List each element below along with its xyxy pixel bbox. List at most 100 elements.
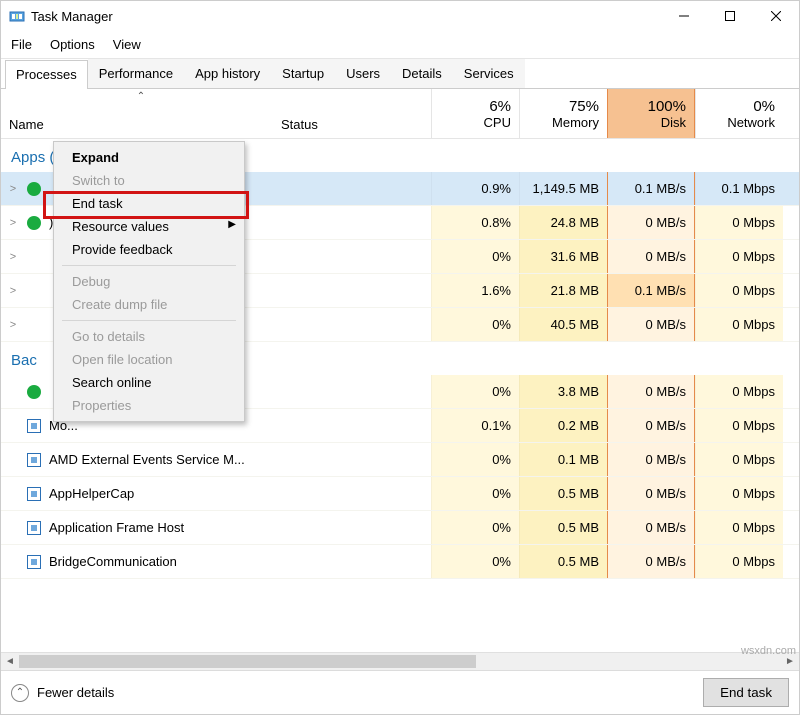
submenu-arrow-icon: ▶ (228, 219, 236, 230)
cell-disk: 0 MB/s (607, 375, 695, 408)
cell-disk: 0 MB/s (607, 206, 695, 239)
maximize-button[interactable] (707, 1, 753, 31)
process-row[interactable]: AppHelperCap 0% 0.5 MB 0 MB/s 0 Mbps (1, 477, 799, 511)
cell-network: 0 Mbps (695, 308, 783, 341)
cell-cpu: 0% (431, 511, 519, 544)
context-menu-item[interactable]: End task (54, 192, 244, 215)
header-network[interactable]: 0% Network (695, 89, 783, 138)
cell-disk: 0 MB/s (607, 308, 695, 341)
context-menu-item[interactable]: Provide feedback (54, 238, 244, 261)
column-headers: ⌃ Name Status 6% CPU 75% Memory 100% Dis… (1, 89, 799, 139)
scroll-left-icon[interactable]: ◄ (1, 656, 19, 667)
cell-cpu: 0% (431, 375, 519, 408)
fewer-details-button[interactable]: ⌃ Fewer details (11, 684, 114, 702)
process-icon (25, 485, 43, 503)
cell-network: 0 Mbps (695, 409, 783, 442)
process-name: AMD External Events Service M... (49, 452, 281, 467)
cell-disk: 0.1 MB/s (607, 274, 695, 307)
header-status[interactable]: Status (281, 89, 431, 138)
cell-network: 0 Mbps (695, 477, 783, 510)
app-icon (9, 8, 25, 24)
process-row[interactable]: BridgeCommunication 0% 0.5 MB 0 MB/s 0 M… (1, 545, 799, 579)
cell-memory: 0.5 MB (519, 477, 607, 510)
end-task-button[interactable]: End task (703, 678, 789, 707)
cell-cpu: 0.1% (431, 409, 519, 442)
task-manager-window: Task Manager File Options View Processes… (0, 0, 800, 715)
header-memory[interactable]: 75% Memory (519, 89, 607, 138)
header-name[interactable]: ⌃ Name (1, 89, 281, 138)
context-menu-item: Switch to (54, 169, 244, 192)
minimize-button[interactable] (661, 1, 707, 31)
tab-processes[interactable]: Processes (5, 60, 88, 89)
process-icon (25, 417, 43, 435)
chevron-up-icon: ⌃ (11, 684, 29, 702)
menu-view[interactable]: View (111, 35, 143, 54)
process-icon (25, 214, 43, 232)
scroll-thumb[interactable] (19, 655, 476, 668)
scroll-track[interactable] (19, 653, 781, 670)
sort-indicator-icon: ⌃ (137, 91, 145, 102)
tab-app-history[interactable]: App history (184, 59, 271, 88)
cell-memory: 3.8 MB (519, 375, 607, 408)
header-cpu[interactable]: 6% CPU (431, 89, 519, 138)
cell-memory: 31.6 MB (519, 240, 607, 273)
process-icon (25, 553, 43, 571)
tab-startup[interactable]: Startup (271, 59, 335, 88)
cell-network: 0 Mbps (695, 545, 783, 578)
cell-network: 0 Mbps (695, 511, 783, 544)
process-icon (25, 519, 43, 537)
header-disk[interactable]: 100% Disk (607, 89, 695, 138)
cell-disk: 0 MB/s (607, 545, 695, 578)
tab-users[interactable]: Users (335, 59, 391, 88)
context-menu-item: Create dump file (54, 293, 244, 316)
tab-services[interactable]: Services (453, 59, 525, 88)
process-name: BridgeCommunication (49, 554, 281, 569)
process-icon (25, 248, 43, 266)
context-menu-item[interactable]: Expand (54, 146, 244, 169)
context-menu-item: Debug (54, 270, 244, 293)
expand-toggle-icon[interactable]: > (1, 319, 25, 331)
context-menu: ExpandSwitch toEnd taskResource values▶P… (53, 141, 245, 422)
scroll-right-icon[interactable]: ► (781, 656, 799, 667)
process-icon (25, 316, 43, 334)
cell-disk: 0 MB/s (607, 240, 695, 273)
watermark: wsxdn.com (741, 645, 796, 657)
cell-disk: 0 MB/s (607, 443, 695, 476)
close-button[interactable] (753, 1, 799, 31)
tab-strip: Processes Performance App history Startu… (1, 59, 799, 89)
cell-memory: 1,149.5 MB (519, 172, 607, 205)
cell-disk: 0 MB/s (607, 511, 695, 544)
cell-memory: 0.5 MB (519, 511, 607, 544)
cell-network: 0 Mbps (695, 206, 783, 239)
cell-network: 0 Mbps (695, 274, 783, 307)
status-bar: ⌃ Fewer details End task (1, 670, 799, 714)
cell-disk: 0 MB/s (607, 409, 695, 442)
cell-network: 0 Mbps (695, 443, 783, 476)
cell-cpu: 0% (431, 240, 519, 273)
context-menu-item[interactable]: Resource values▶ (54, 215, 244, 238)
menubar: File Options View (1, 31, 799, 59)
expand-toggle-icon[interactable]: > (1, 183, 25, 195)
horizontal-scrollbar[interactable]: ◄ ► (1, 652, 799, 670)
process-row[interactable]: Application Frame Host 0% 0.5 MB 0 MB/s … (1, 511, 799, 545)
context-menu-separator (62, 320, 236, 321)
cell-cpu: 0% (431, 545, 519, 578)
expand-toggle-icon[interactable]: > (1, 285, 25, 297)
expand-toggle-icon[interactable]: > (1, 217, 25, 229)
cell-network: 0 Mbps (695, 240, 783, 273)
cell-memory: 0.1 MB (519, 443, 607, 476)
context-menu-item[interactable]: Search online (54, 371, 244, 394)
context-menu-item: Go to details (54, 325, 244, 348)
menu-options[interactable]: Options (48, 35, 97, 54)
cell-cpu: 1.6% (431, 274, 519, 307)
menu-file[interactable]: File (9, 35, 34, 54)
tab-details[interactable]: Details (391, 59, 453, 88)
cell-cpu: 0.8% (431, 206, 519, 239)
tab-performance[interactable]: Performance (88, 59, 184, 88)
cell-memory: 21.8 MB (519, 274, 607, 307)
expand-toggle-icon[interactable]: > (1, 251, 25, 263)
cell-memory: 40.5 MB (519, 308, 607, 341)
process-icon (25, 383, 43, 401)
process-row[interactable]: AMD External Events Service M... 0% 0.1 … (1, 443, 799, 477)
cell-cpu: 0% (431, 308, 519, 341)
